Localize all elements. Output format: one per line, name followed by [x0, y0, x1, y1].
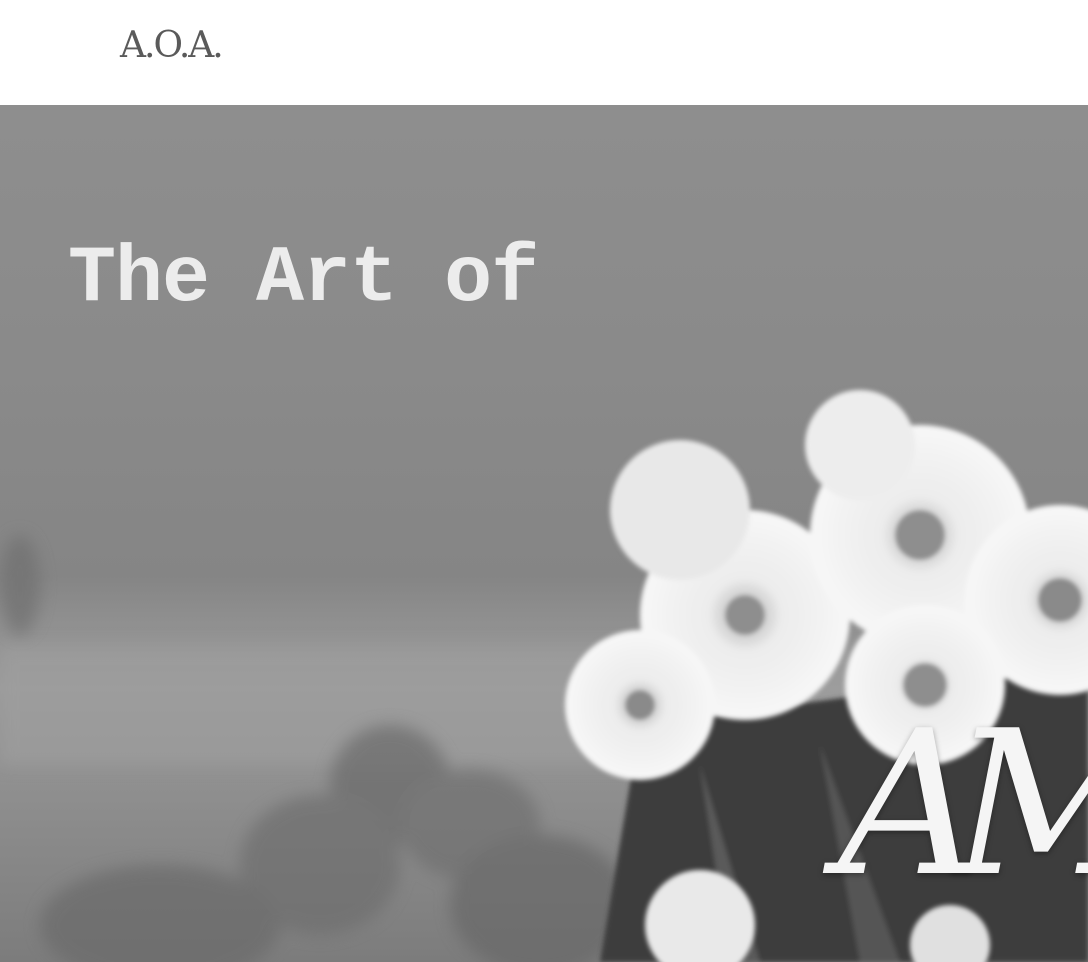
site-header: A.O.A. — [0, 0, 1088, 105]
hero-section: The Art of AM — [0, 105, 1088, 962]
hero-heading: The Art of — [68, 234, 539, 325]
site-logo[interactable]: A.O.A. — [120, 28, 224, 64]
hero-monogram: AM — [838, 688, 1088, 921]
